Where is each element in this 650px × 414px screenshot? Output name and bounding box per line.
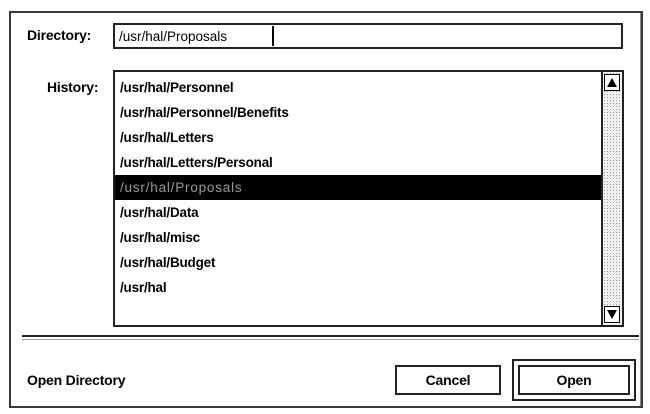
history-item[interactable]: /usr/hal/Personnel/Benefits	[115, 100, 601, 125]
footer-divider	[22, 335, 639, 337]
directory-input[interactable]	[113, 23, 623, 49]
dialog-status-label: Open Directory	[27, 372, 126, 388]
text-cursor	[272, 26, 274, 46]
history-label: History:	[47, 79, 99, 95]
open-button[interactable]: Open	[518, 365, 630, 395]
history-item[interactable]: /usr/hal/Letters	[115, 125, 601, 150]
history-item[interactable]: /usr/hal/Budget	[115, 250, 601, 275]
history-item[interactable]: /usr/hal/misc	[115, 225, 601, 250]
arrow-down-icon[interactable]	[604, 306, 620, 323]
history-item[interactable]: /usr/hal/Personnel	[115, 75, 601, 100]
history-item[interactable]: /usr/hal	[115, 275, 601, 300]
history-list[interactable]: /usr/hal/Personnel /usr/hal/Personnel/Be…	[113, 70, 624, 327]
history-scrollbar[interactable]	[601, 72, 622, 325]
history-item[interactable]: /usr/hal/Letters/Personal	[115, 150, 601, 175]
arrow-up-icon[interactable]	[604, 74, 620, 91]
cancel-button[interactable]: Cancel	[395, 365, 501, 395]
directory-label: Directory:	[27, 27, 92, 43]
history-item-selected[interactable]: /usr/hal/Proposals	[115, 175, 601, 200]
history-item[interactable]: /usr/hal/Data	[115, 200, 601, 225]
history-items: /usr/hal/Personnel /usr/hal/Personnel/Be…	[115, 75, 601, 300]
footer-divider-shadow	[22, 339, 639, 340]
